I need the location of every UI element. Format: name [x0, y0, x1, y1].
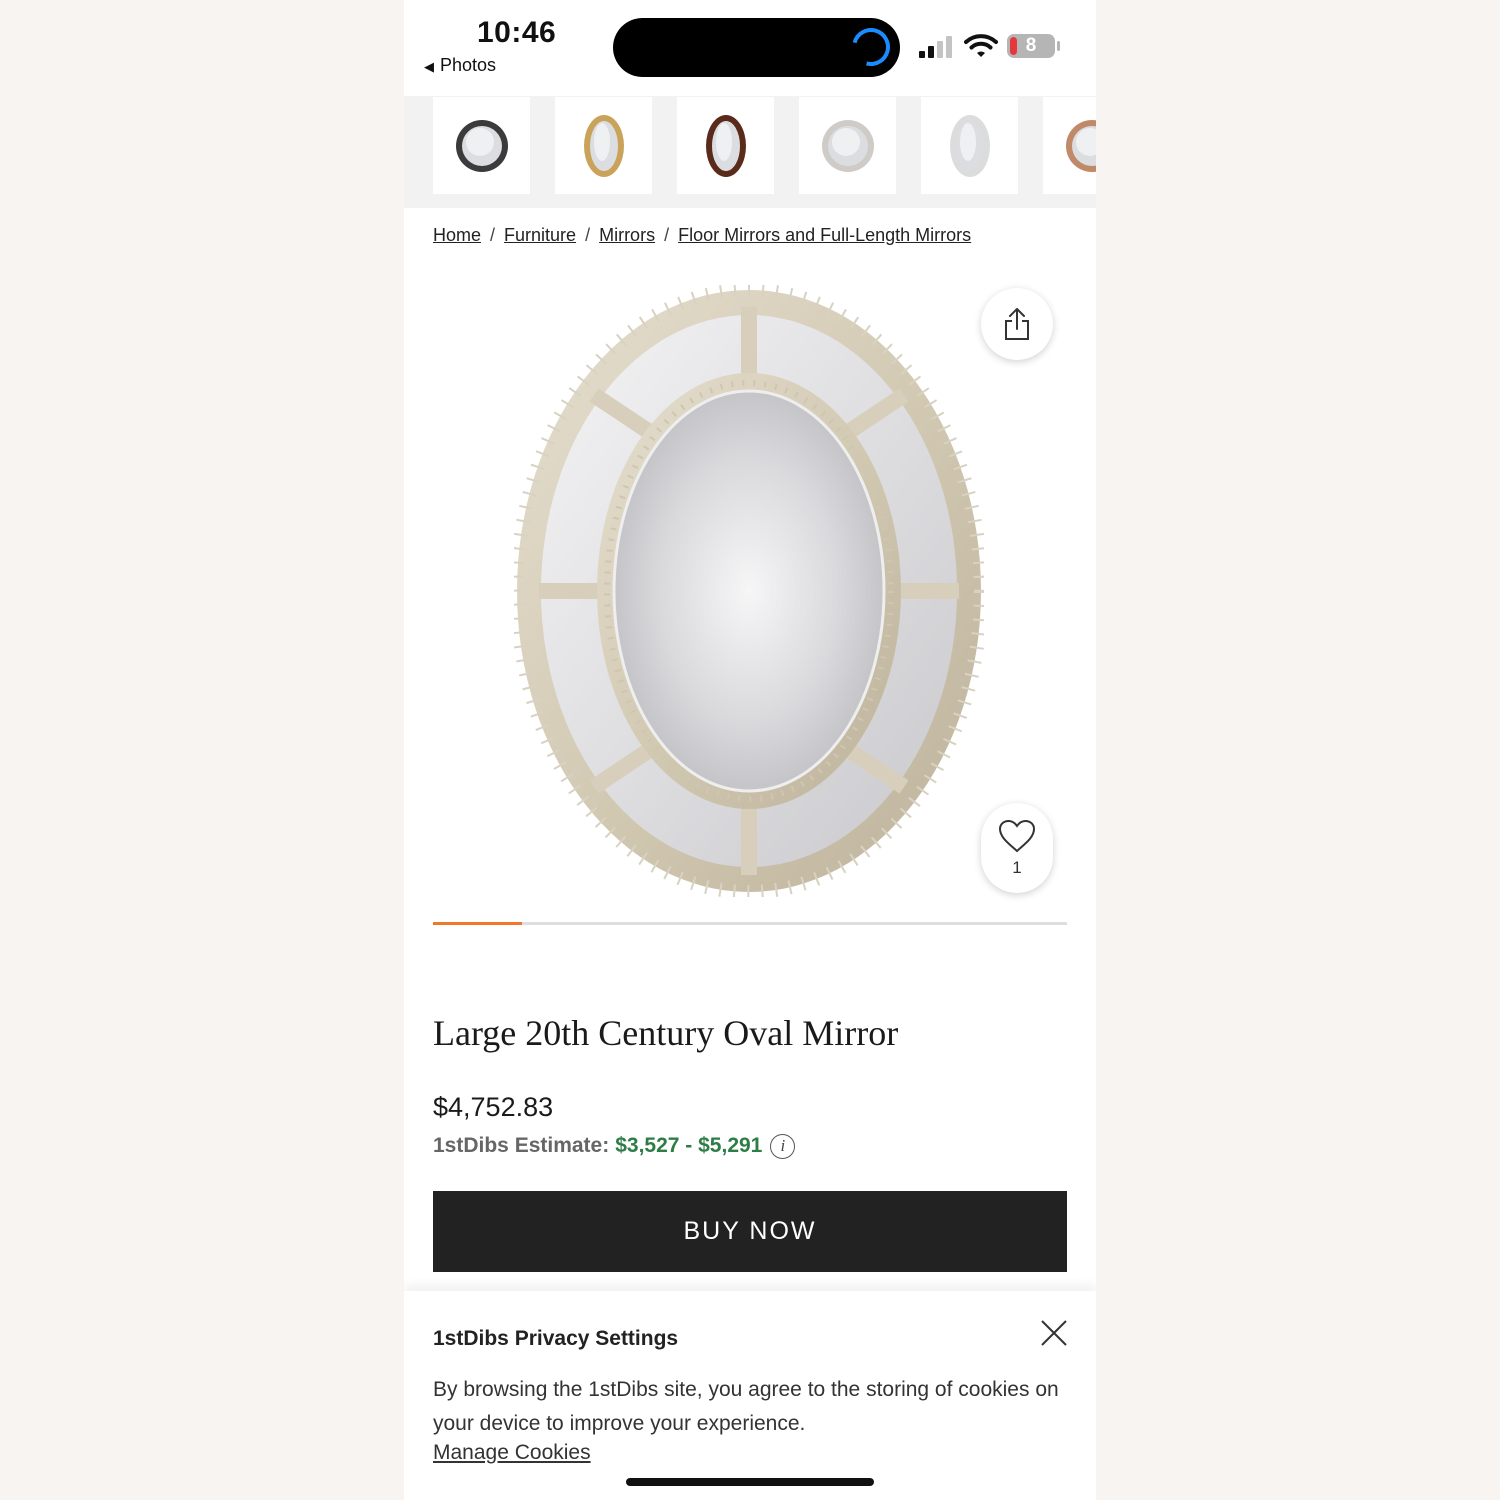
thumb-dark-sunburst-mirror[interactable]: [433, 97, 530, 194]
phone-screen: 10:46 ◀ Photos 8 Home / Furniture / Mirrors / F…: [404, 0, 1096, 1500]
back-triangle-icon: ◀: [424, 59, 434, 74]
heart-icon: [998, 819, 1036, 853]
breadcrumb-floor-mirrors[interactable]: Floor Mirrors and Full-Length Mirrors: [678, 225, 971, 245]
mirror-thumbnail-icon: [705, 114, 746, 177]
back-to-photos-link[interactable]: ◀ Photos: [424, 55, 496, 76]
battery-icon: 8: [1007, 34, 1055, 58]
product-title: Large 20th Century Oval Mirror: [433, 1013, 899, 1053]
estimate-range: $3,527 - $5,291: [615, 1134, 763, 1158]
privacy-banner: 1stDibs Privacy Settings By browsing the…: [404, 1291, 1096, 1500]
manage-cookies-link[interactable]: Manage Cookies: [433, 1441, 591, 1465]
breadcrumb-separator: /: [585, 225, 591, 245]
thumb-copper-round-mirror[interactable]: [1043, 97, 1096, 194]
signal-bar: [919, 51, 925, 58]
status-time: 10:46: [477, 16, 557, 49]
mirror-thumbnail-icon: [583, 114, 624, 177]
buy-now-button[interactable]: BUY NOW: [433, 1191, 1067, 1272]
mirror-thumbnail-icon: [455, 119, 508, 172]
price-estimate: 1stDibs Estimate: $3,527 - $5,291 i: [433, 1134, 796, 1159]
estimate-label: 1stDibs Estimate:: [433, 1134, 610, 1158]
privacy-title: 1stDibs Privacy Settings: [433, 1327, 679, 1350]
breadcrumb-home[interactable]: Home: [433, 225, 481, 245]
gallery-progress-fill: [433, 922, 522, 925]
thumb-silver-round-mirror[interactable]: [799, 97, 896, 194]
gallery-progress-bar: [433, 922, 1067, 925]
thumb-mahogany-oval-mirror[interactable]: [677, 97, 774, 194]
favorite-count: 1: [1012, 858, 1022, 877]
home-indicator[interactable]: [626, 1478, 874, 1486]
breadcrumb-mirrors[interactable]: Mirrors: [599, 225, 655, 245]
breadcrumb: Home / Furniture / Mirrors / Floor Mirrors and…: [433, 225, 971, 246]
info-icon[interactable]: i: [770, 1134, 796, 1159]
mirror-thumbnail-icon: [1065, 119, 1096, 172]
breadcrumb-separator: /: [490, 225, 496, 245]
breadcrumb-separator: /: [664, 225, 670, 245]
mirror-thumbnail-icon: [821, 119, 874, 172]
thumb-frameless-oval-mirror[interactable]: [921, 97, 1018, 194]
thumb-gold-oval-mirror[interactable]: [555, 97, 652, 194]
close-icon[interactable]: [1038, 1317, 1070, 1349]
privacy-text: By browsing the 1stDibs site, you agree …: [433, 1378, 1059, 1435]
signal-bar: [937, 41, 943, 58]
favorite-button[interactable]: 1: [981, 803, 1053, 893]
thumbnail-strip[interactable]: [404, 96, 1096, 208]
back-app-label: Photos: [440, 55, 497, 75]
battery-tip: [1057, 41, 1060, 51]
wifi-icon: [964, 34, 998, 57]
product-image-oval-mirror[interactable]: [514, 285, 984, 897]
share-icon: [1005, 308, 1029, 340]
cellular-signal-icon: [919, 36, 955, 58]
share-button[interactable]: [981, 288, 1053, 360]
signal-bar: [946, 36, 952, 58]
mirror-thumbnail-icon: [949, 114, 990, 177]
status-bar: 10:46 ◀ Photos 8: [404, 0, 1096, 96]
product-price: $4,752.83: [433, 1092, 554, 1122]
signal-bar: [928, 46, 934, 58]
breadcrumb-furniture[interactable]: Furniture: [504, 225, 576, 245]
battery-percentage: 8: [1025, 35, 1037, 56]
